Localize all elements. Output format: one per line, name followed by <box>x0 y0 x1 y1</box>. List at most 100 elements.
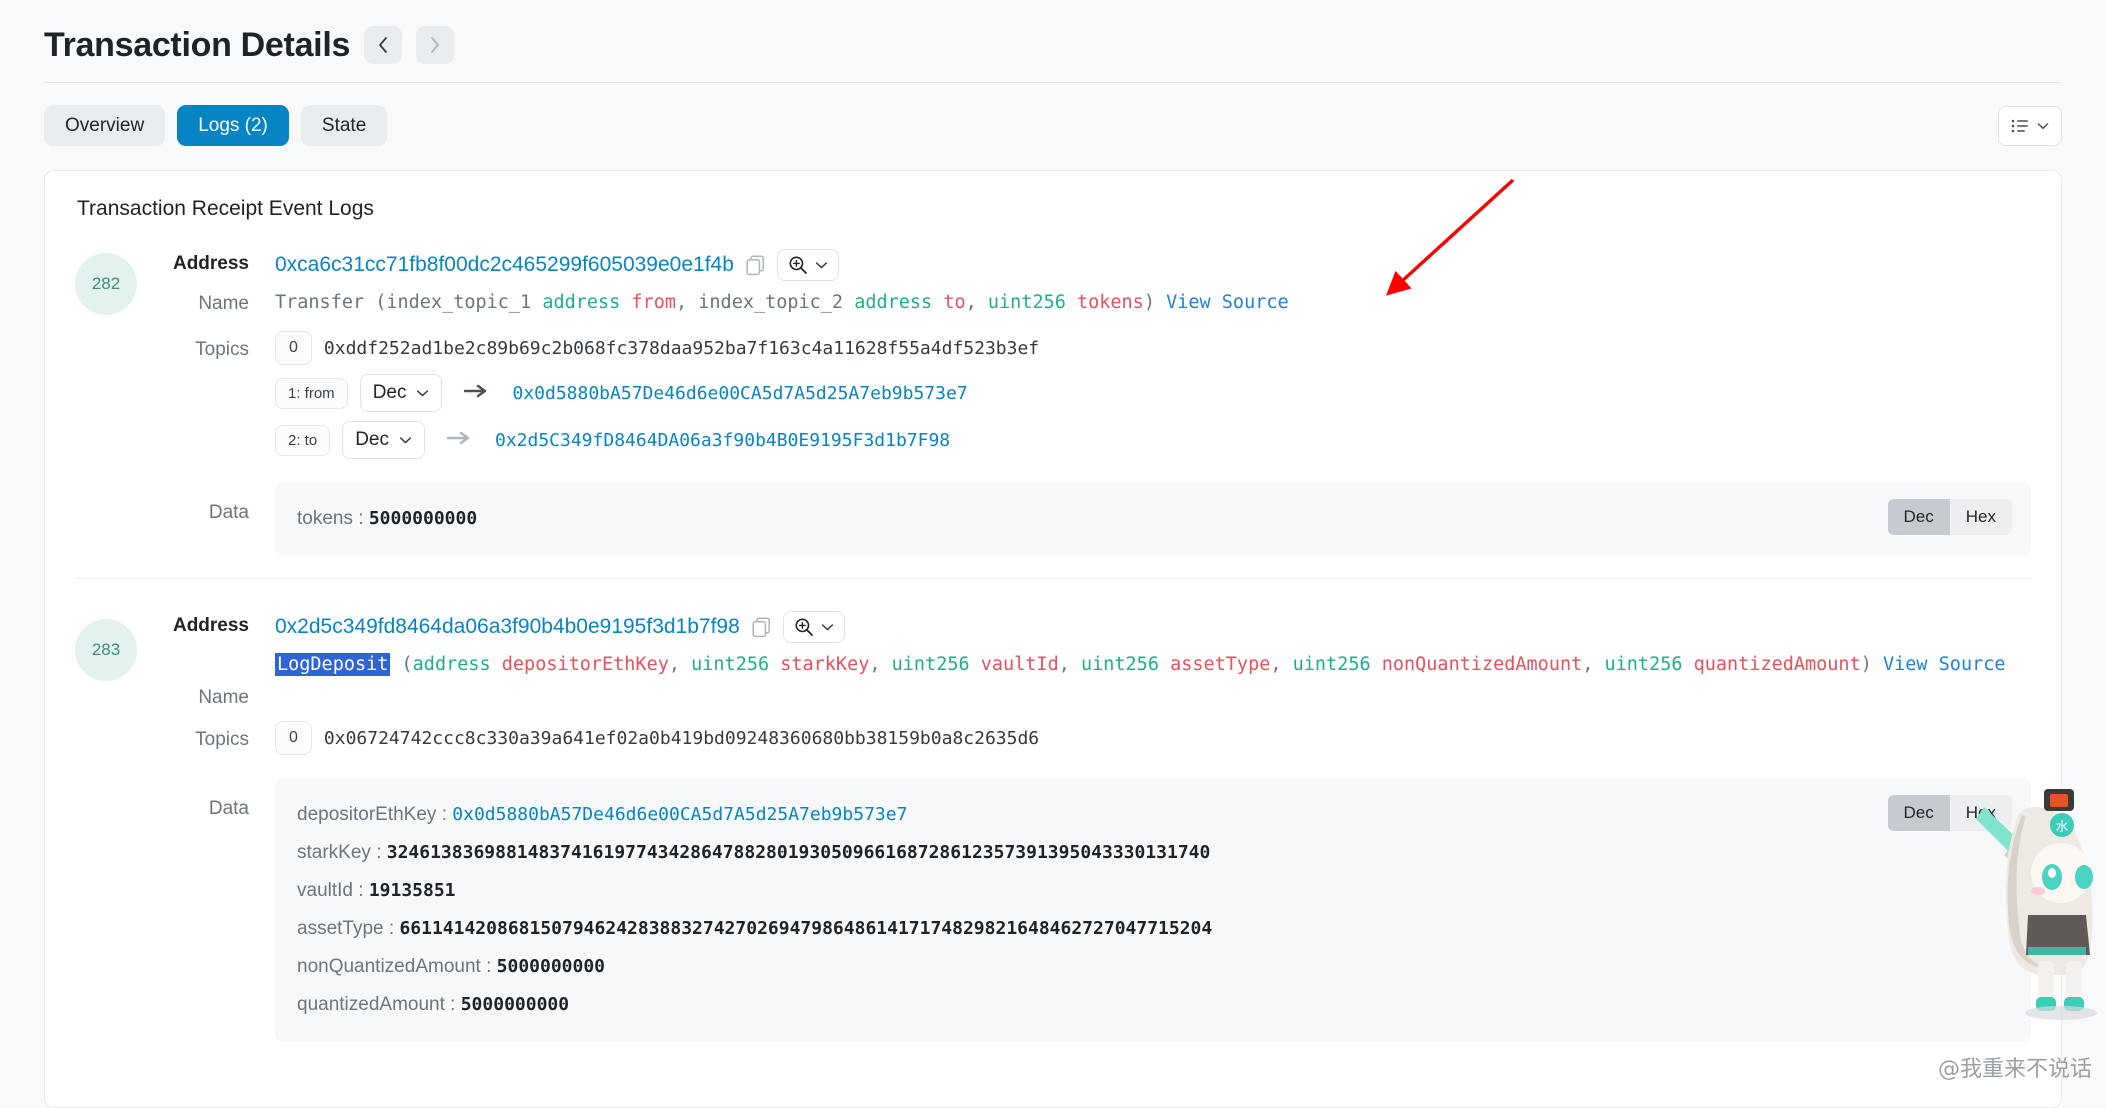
topic-row: 0 0x06724742ccc8c330a39a641ef02a0b419bd09… <box>275 721 2031 755</box>
dec-toggle-button[interactable]: Dec <box>1888 499 1950 535</box>
list-icon <box>2011 118 2033 134</box>
data-field-key: vaultId : <box>297 880 369 901</box>
data-field-value: 19135851 <box>369 880 456 901</box>
magnify-dropdown-button[interactable] <box>783 611 845 643</box>
name-label: Name <box>163 287 275 315</box>
topic-address-link[interactable]: 0x0d5880bA57De46d6e00CA5d7A5d25A7eb9b573… <box>512 383 967 404</box>
signature-token: assetType <box>1159 654 1270 675</box>
card-title: Transaction Receipt Event Logs <box>45 171 2061 221</box>
view-options-button[interactable] <box>1998 106 2062 146</box>
data-field-value: 6611414208681507946242838832742702694798… <box>399 918 1212 939</box>
topic-address-link[interactable]: 0x2d5C349fD8464DA06a3f90b4B0E9195F3d1b7F… <box>495 430 950 451</box>
signature-open-paren: ( <box>364 292 386 313</box>
name-label: Name <box>163 649 275 709</box>
address-row: Address 0xca6c31cc71fb8f00dc2c465299f605… <box>163 249 2031 281</box>
signature-token: vaultId <box>970 654 1059 675</box>
data-field-key: assetType : <box>297 918 399 939</box>
watermark-text: @我重来不说话 <box>1938 1051 2092 1083</box>
topic-hash-value: 0x06724742ccc8c330a39a641ef02a0b419bd092… <box>324 728 1039 749</box>
next-transaction-button[interactable] <box>416 26 454 64</box>
signature-token: nonQuantizedAmount <box>1371 654 1583 675</box>
page-header: Transaction Details <box>0 0 2106 72</box>
data-box: depositorEthKey : 0x0d5880bA57De46d6e00C… <box>275 778 2031 1042</box>
view-source-link[interactable]: View Source <box>1155 292 1289 313</box>
data-field-value[interactable]: 0x0d5880bA57De46d6e00CA5d7A5d25A7eb9b573… <box>452 804 907 825</box>
data-field: vaultId : 19135851 <box>297 872 2009 910</box>
topic-row: 2: to Dec 0x2d5C349fD8464DA06a3f90b4B0E919… <box>275 421 2031 459</box>
data-field-key: depositorEthKey : <box>297 804 452 825</box>
page-title: Transaction Details <box>44 26 350 65</box>
data-field: nonQuantizedAmount : 5000000000 <box>297 948 2009 986</box>
dec-toggle-button[interactable]: Dec <box>1888 795 1950 831</box>
signature-token: , <box>966 292 977 313</box>
signature-token: from <box>620 292 676 313</box>
data-row: Data depositorEthKey : 0x0d5880bA57De46d… <box>163 778 2031 1042</box>
signature-token: uint256 <box>680 654 769 675</box>
signature-token: uint256 <box>1070 654 1159 675</box>
tab-bar: Overview Logs (2) State <box>0 83 2106 146</box>
log-address-link[interactable]: 0xca6c31cc71fb8f00dc2c465299f605039e0e1f… <box>275 253 734 277</box>
signature-token: address <box>413 654 491 675</box>
data-format-toggle: Dec Hex <box>1887 498 2013 536</box>
tab-overview[interactable]: Overview <box>44 105 165 146</box>
prev-transaction-button[interactable] <box>364 26 402 64</box>
data-box: tokens : 5000000000 Dec Hex <box>275 482 2031 556</box>
chevron-down-icon <box>416 389 429 398</box>
topic-format-select[interactable]: Dec <box>342 421 425 459</box>
topic-index-chip: 2: to <box>275 425 330 456</box>
data-field-key: quantizedAmount : <box>297 994 461 1015</box>
data-field: depositorEthKey : 0x0d5880bA57De46d6e00C… <box>297 796 2009 834</box>
topic-hash-value: 0xddf252ad1be2c89b69c2b068fc378daa952ba7… <box>324 338 1039 359</box>
address-label: Address <box>163 611 275 637</box>
tab-state[interactable]: State <box>301 105 387 146</box>
signature-token: uint256 <box>977 292 1066 313</box>
topics-label: Topics <box>163 331 275 361</box>
signature-token: , <box>669 654 680 675</box>
chevron-down-icon <box>2037 122 2049 130</box>
topics-row: Topics 00x06724742ccc8c330a39a641ef02a0b… <box>163 721 2031 764</box>
data-lines: tokens : 5000000000 <box>297 500 2009 538</box>
event-logs-card: Transaction Receipt Event Logs 282 Addre… <box>44 170 2062 1108</box>
tab-logs[interactable]: Logs (2) <box>177 105 289 146</box>
data-field: quantizedAmount : 5000000000 <box>297 986 2009 1024</box>
copy-icon[interactable] <box>752 617 771 638</box>
topic-format-select[interactable]: Dec <box>360 374 443 412</box>
event-name: Transfer <box>275 292 364 313</box>
signature-token: , <box>676 292 687 313</box>
name-row: Name LogDeposit (address depositorEthKey… <box>163 649 2031 709</box>
magnify-dropdown-button[interactable] <box>777 249 839 281</box>
data-field-value: 5000000000 <box>369 508 477 529</box>
topic-format-value: Dec <box>355 429 389 451</box>
event-name: LogDeposit <box>275 653 390 676</box>
view-source-link[interactable]: View Source <box>1872 654 2006 675</box>
topics-list: 0 0xddf252ad1be2c89b69c2b068fc378daa952ba… <box>275 331 2031 468</box>
arrow-right-icon <box>447 431 473 450</box>
data-field: assetType : 6611414208681507946242838832… <box>297 910 2009 948</box>
hex-toggle-button[interactable]: Hex <box>1950 499 2012 535</box>
data-field: starkKey : 32461383698814837416197743428… <box>297 834 2009 872</box>
event-signature: Transfer (index_topic_1 address from, in… <box>275 287 2031 319</box>
log-index-badge: 283 <box>75 619 137 681</box>
log-address-link[interactable]: 0x2d5c349fd8464da06a3f90b4b0e9195f3d1b7f… <box>275 615 740 639</box>
signature-token: index_topic_2 <box>687 292 843 313</box>
topics-list: 0 0x06724742ccc8c330a39a641ef02a0b419bd09… <box>275 721 2031 764</box>
svg-text:水: 水 <box>2055 820 2068 835</box>
topic-row: 0 0xddf252ad1be2c89b69c2b068fc378daa952ba… <box>275 331 2031 365</box>
copy-icon[interactable] <box>746 255 765 276</box>
signature-token: quantizedAmount <box>1682 654 1860 675</box>
chevron-left-icon <box>376 35 390 55</box>
data-field-value: 3246138369881483741619774342864788280193… <box>387 842 1211 863</box>
arrow-right-icon <box>464 384 490 403</box>
topic-format-value: Dec <box>373 382 407 404</box>
topic-index-chip: 0 <box>275 331 312 365</box>
signature-close-paren: ) <box>1861 654 1872 675</box>
name-row: Name Transfer (index_topic_1 address fro… <box>163 287 2031 319</box>
data-lines: depositorEthKey : 0x0d5880bA57De46d6e00C… <box>297 796 2009 1024</box>
log-divider <box>75 578 2031 579</box>
signature-open-paren: ( <box>390 654 412 675</box>
topics-row: Topics 0 0xddf252ad1be2c89b69c2b068fc378d… <box>163 331 2031 468</box>
data-field: tokens : 5000000000 <box>297 500 2009 538</box>
topic-index-chip: 0 <box>275 721 312 755</box>
log-index-wrap: 283 <box>75 619 137 681</box>
signature-close-paren: ) <box>1144 292 1155 313</box>
